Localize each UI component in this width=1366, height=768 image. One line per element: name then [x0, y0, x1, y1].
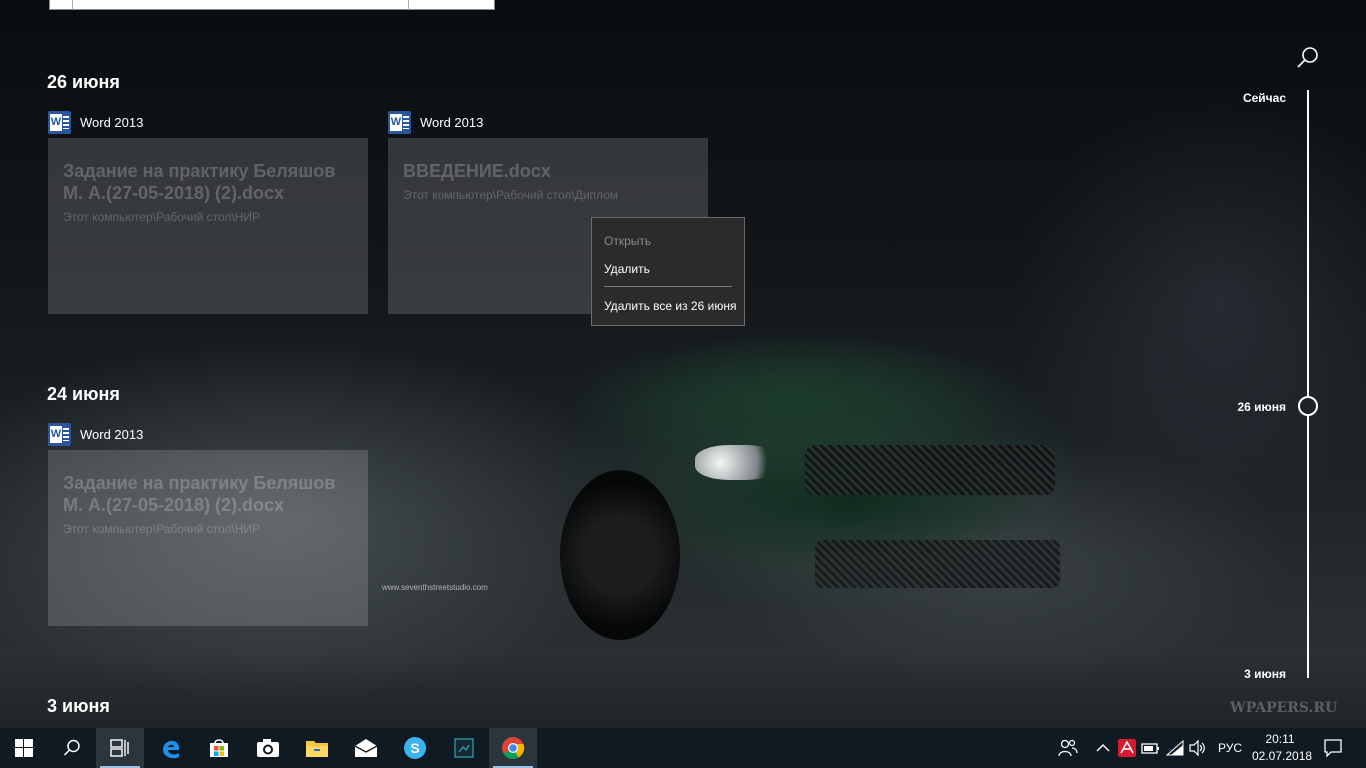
- activity-title: ВВЕДЕНИЕ.docx: [403, 161, 551, 181]
- speaker-icon: [1189, 740, 1205, 756]
- notification-icon: [1324, 739, 1342, 757]
- camera-button[interactable]: [244, 728, 292, 768]
- camera-icon: [257, 739, 279, 757]
- antivirus-icon: [1118, 739, 1136, 757]
- battery-icon: [1141, 743, 1159, 754]
- skype-icon: S: [404, 737, 426, 759]
- antivirus-button[interactable]: [1117, 738, 1137, 758]
- mail-icon: [354, 739, 378, 757]
- mail-button[interactable]: [342, 728, 390, 768]
- task-view-button[interactable]: [96, 728, 144, 768]
- app-name: Word 2013: [80, 427, 144, 442]
- clock-time: 20:11: [1265, 732, 1295, 746]
- activity-path: Этот компьютер\Рабочий стол\Диплом: [403, 188, 619, 202]
- menu-item-delete-all[interactable]: Удалить все из 26 июня: [604, 299, 736, 313]
- activity-card[interactable]: Задание на практику Беляшов М. А.(27-05-…: [48, 138, 368, 314]
- windows-logo-icon: [15, 739, 33, 757]
- chevron-up-icon: [1096, 744, 1110, 752]
- timeline-scrubber-track[interactable]: [1307, 90, 1309, 678]
- wallpaper-car-grille: [805, 445, 1055, 495]
- scrubber-handle[interactable]: [1298, 396, 1318, 416]
- activity-path: Этот компьютер\Рабочий стол\НИР: [63, 210, 261, 224]
- wallpaper-car-lower-grille: [815, 540, 1060, 588]
- date-heading: 26 июня: [47, 72, 120, 92]
- context-menu: Открыть Удалить Удалить все из 26 июня: [591, 217, 745, 326]
- menu-item-delete[interactable]: Удалить: [604, 262, 650, 276]
- task-view-icon: [110, 739, 129, 757]
- file-explorer-button[interactable]: [293, 728, 341, 768]
- show-hidden-icons-button[interactable]: [1093, 738, 1113, 758]
- scrubber-label-now[interactable]: Сейчас: [1200, 91, 1286, 105]
- clock[interactable]: 20:11 02.07.2018: [1252, 731, 1313, 765]
- svg-text:S: S: [410, 740, 419, 756]
- people-icon: [1058, 739, 1078, 757]
- app-name: Word 2013: [420, 115, 484, 130]
- network-button[interactable]: [1165, 738, 1185, 758]
- skype-button[interactable]: S: [391, 728, 439, 768]
- partial-window-edge: [49, 0, 495, 10]
- wifi-icon: [1166, 740, 1184, 756]
- activity-title: Задание на практику Беляшов М. А.(27-05-…: [63, 473, 336, 515]
- start-button[interactable]: [0, 728, 48, 768]
- wallpaper-car-headlight: [695, 445, 780, 480]
- wallpaper-watermark: WPAPERS.RU: [1230, 700, 1338, 716]
- photos-button[interactable]: [440, 728, 488, 768]
- store-icon: [210, 739, 228, 757]
- photos-icon: [454, 738, 474, 758]
- clock-date: 02.07.2018: [1252, 749, 1313, 763]
- word-icon: W: [48, 423, 71, 446]
- menu-separator: [604, 286, 732, 287]
- store-button[interactable]: [195, 728, 243, 768]
- chrome-icon: [502, 737, 525, 759]
- activity-path: Этот компьютер\Рабочий стол\НИР: [63, 522, 261, 536]
- activity-app-label: W Word 2013: [388, 111, 483, 134]
- action-center-button[interactable]: [1323, 738, 1343, 758]
- date-heading: 3 июня: [47, 696, 110, 716]
- taskbar: S РУС 20:11 02.07.2018: [0, 728, 1366, 768]
- battery-button[interactable]: [1141, 738, 1161, 758]
- activity-app-label: W Word 2013: [48, 111, 143, 134]
- activity-card[interactable]: Задание на практику Беляшов М. А.(27-05-…: [48, 450, 368, 626]
- language-indicator[interactable]: РУС: [1218, 741, 1242, 755]
- timeline-search-icon[interactable]: [1296, 46, 1320, 70]
- wallpaper-credit: www.seventhstreetstudio.com: [382, 583, 488, 592]
- word-icon: W: [388, 111, 411, 134]
- date-heading: 24 июня: [47, 384, 120, 404]
- search-icon: [63, 739, 80, 756]
- app-name: Word 2013: [80, 115, 144, 130]
- folder-icon: [306, 741, 328, 757]
- edge-button[interactable]: [147, 728, 195, 768]
- scrubber-label-current[interactable]: 26 июня: [1200, 400, 1286, 414]
- activity-app-label: W Word 2013: [48, 423, 143, 446]
- volume-button[interactable]: [1188, 738, 1208, 758]
- scrubber-label-bottom[interactable]: 3 июня: [1200, 667, 1286, 681]
- chrome-button[interactable]: [489, 728, 537, 768]
- activity-title: Задание на практику Беляшов М. А.(27-05-…: [63, 161, 336, 203]
- word-icon: W: [48, 111, 71, 134]
- menu-item-open[interactable]: Открыть: [604, 234, 651, 248]
- wallpaper-car-wheel: [560, 470, 680, 640]
- edge-icon: [163, 740, 180, 759]
- people-button[interactable]: [1058, 738, 1078, 758]
- search-button[interactable]: [48, 728, 96, 768]
